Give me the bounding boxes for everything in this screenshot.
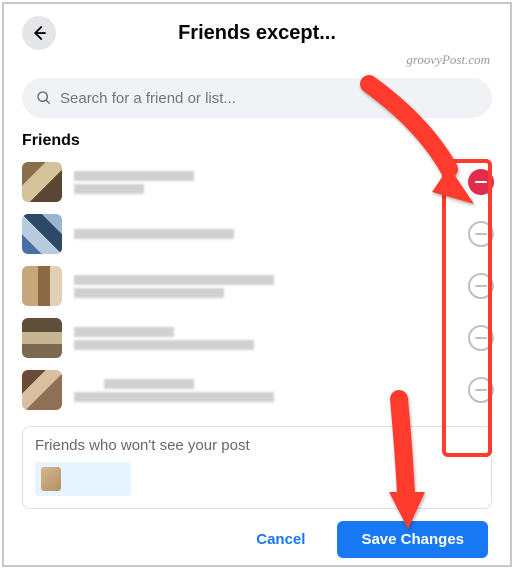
friend-row[interactable] bbox=[22, 364, 502, 416]
back-button[interactable] bbox=[22, 16, 56, 50]
avatar bbox=[22, 214, 62, 254]
dialog-header: Friends except... bbox=[4, 4, 510, 56]
excluded-box: Friends who won't see your post bbox=[22, 426, 492, 509]
friend-row[interactable] bbox=[22, 208, 502, 260]
watermark: groovyPost.com bbox=[406, 52, 490, 68]
back-arrow-icon bbox=[30, 24, 48, 42]
dialog-title: Friends except... bbox=[56, 22, 458, 45]
avatar bbox=[22, 318, 62, 358]
avatar bbox=[22, 370, 62, 410]
search-input[interactable] bbox=[60, 90, 478, 107]
minus-icon bbox=[475, 233, 487, 235]
search-icon bbox=[36, 90, 52, 106]
friends-list bbox=[4, 156, 510, 416]
minus-icon bbox=[475, 181, 487, 184]
exclude-toggle[interactable] bbox=[468, 377, 494, 403]
avatar bbox=[41, 467, 61, 491]
cancel-button[interactable]: Cancel bbox=[232, 521, 329, 558]
exclude-toggle[interactable] bbox=[468, 221, 494, 247]
friend-row[interactable] bbox=[22, 312, 502, 364]
exclude-toggle[interactable] bbox=[468, 325, 494, 351]
exclude-toggle[interactable] bbox=[468, 273, 494, 299]
exclude-toggle[interactable] bbox=[468, 169, 494, 195]
save-changes-button[interactable]: Save Changes bbox=[337, 521, 488, 558]
excluded-label: Friends who won't see your post bbox=[35, 437, 479, 454]
friend-row[interactable] bbox=[22, 260, 502, 312]
minus-icon bbox=[475, 389, 487, 391]
excluded-chip[interactable] bbox=[35, 462, 131, 496]
friend-row[interactable] bbox=[22, 156, 502, 208]
minus-icon bbox=[475, 337, 487, 339]
avatar bbox=[22, 266, 62, 306]
minus-icon bbox=[475, 285, 487, 287]
dialog-frame: Friends except... groovyPost.com Friends bbox=[2, 2, 512, 567]
search-box[interactable] bbox=[22, 78, 492, 118]
avatar bbox=[22, 162, 62, 202]
dialog-footer: Cancel Save Changes bbox=[4, 509, 510, 558]
friends-section-label: Friends bbox=[4, 132, 510, 156]
